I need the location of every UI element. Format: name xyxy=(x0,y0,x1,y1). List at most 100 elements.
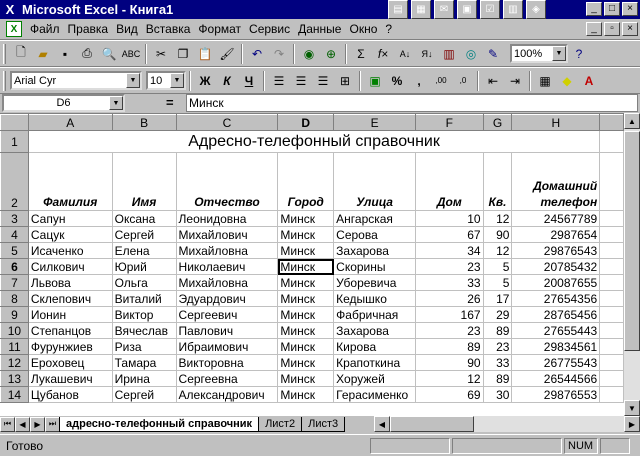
next-sheet-icon[interactable]: ▶ xyxy=(30,416,45,432)
selected-cell[interactable]: Минск xyxy=(277,258,335,275)
cell[interactable]: 24567789 xyxy=(511,210,601,227)
row-header[interactable]: 11 xyxy=(0,338,29,355)
print-icon[interactable]: ⎙ xyxy=(76,43,98,65)
last-sheet-icon[interactable]: ⏭ xyxy=(45,416,60,432)
cell[interactable] xyxy=(599,290,624,307)
cell[interactable]: Оксана xyxy=(111,210,177,227)
cell[interactable]: 33 xyxy=(482,354,513,371)
underline-button[interactable]: Ч xyxy=(238,70,260,92)
cell[interactable]: Михайлович xyxy=(175,226,279,243)
merge-center-icon[interactable]: ⊞ xyxy=(334,70,356,92)
cell[interactable]: Минск xyxy=(277,274,335,291)
cell[interactable]: Силкович xyxy=(27,258,113,275)
cell[interactable] xyxy=(599,274,624,291)
app-shortcut-icon[interactable]: ▤ xyxy=(388,0,408,19)
scroll-right-icon[interactable]: ▶ xyxy=(624,416,640,432)
row-header[interactable]: 14 xyxy=(0,386,29,403)
sort-ascending-icon[interactable]: A↓ xyxy=(394,43,416,65)
vertical-scroll-thumb[interactable] xyxy=(624,131,640,351)
sort-descending-icon[interactable]: Я↓ xyxy=(416,43,438,65)
column-header[interactable]: A xyxy=(27,114,113,131)
cell[interactable] xyxy=(599,354,624,371)
chevron-down-icon[interactable]: ▼ xyxy=(126,73,140,88)
cell[interactable]: Александрович xyxy=(175,386,279,403)
cell[interactable] xyxy=(599,130,624,153)
cell[interactable]: Захарова xyxy=(333,242,417,259)
row-header[interactable]: 10 xyxy=(0,322,29,339)
cell[interactable]: Ольга xyxy=(111,274,177,291)
cell[interactable]: Минск xyxy=(277,290,335,307)
horizontal-scroll-thumb[interactable] xyxy=(390,416,474,432)
hyperlink-icon[interactable]: ◉ xyxy=(298,43,320,65)
cell[interactable]: Ибраимович xyxy=(175,338,279,355)
cell[interactable]: 30 xyxy=(482,386,513,403)
borders-icon[interactable]: ▦ xyxy=(534,70,556,92)
menu-window[interactable]: Окно xyxy=(345,22,381,36)
tab-sheet2[interactable]: Лист2 xyxy=(258,416,303,432)
equals-sign[interactable]: = xyxy=(166,95,174,110)
header-cell[interactable]: Имя xyxy=(111,152,177,211)
cell[interactable]: Михайловна xyxy=(175,242,279,259)
column-header[interactable] xyxy=(599,114,624,131)
decrease-indent-icon[interactable]: ⇤ xyxy=(482,70,504,92)
italic-button[interactable]: К xyxy=(216,70,238,92)
cell[interactable]: Ионин xyxy=(27,306,113,323)
cell[interactable]: 27655443 xyxy=(511,322,601,339)
cell[interactable]: Сергеевна xyxy=(175,370,279,387)
undo-icon[interactable]: ↶ xyxy=(246,43,268,65)
office-assistant-icon[interactable]: ? xyxy=(568,43,590,65)
row-header[interactable]: 12 xyxy=(0,354,29,371)
cell[interactable]: Лукашевич xyxy=(27,370,113,387)
cell[interactable] xyxy=(599,322,624,339)
cell[interactable]: 89 xyxy=(482,322,513,339)
scroll-left-icon[interactable]: ◀ xyxy=(374,416,390,432)
cell[interactable]: Минск xyxy=(277,322,335,339)
cell[interactable]: 20087655 xyxy=(511,274,601,291)
row-header[interactable]: 13 xyxy=(0,370,29,387)
doc-restore-button[interactable]: ▫ xyxy=(604,22,620,36)
cell[interactable]: 29876543 xyxy=(511,242,601,259)
name-box[interactable]: D6 ▼ xyxy=(2,94,125,112)
toolbar-grip[interactable] xyxy=(3,70,6,91)
cell[interactable] xyxy=(599,226,624,243)
cell[interactable]: 27654356 xyxy=(511,290,601,307)
cell[interactable]: Серова xyxy=(333,226,417,243)
cell[interactable] xyxy=(599,338,624,355)
cell[interactable]: Захарова xyxy=(333,322,417,339)
cell[interactable]: 90 xyxy=(415,354,484,371)
cell[interactable] xyxy=(599,242,624,259)
toolbar-grip[interactable] xyxy=(3,43,6,64)
cell[interactable]: Минск xyxy=(277,210,335,227)
cell[interactable]: Тамара xyxy=(111,354,177,371)
column-header[interactable]: F xyxy=(415,114,484,131)
currency-icon[interactable]: ▣ xyxy=(364,70,386,92)
app-shortcut-icon[interactable]: ✉ xyxy=(434,0,454,19)
cell[interactable]: 5 xyxy=(482,274,513,291)
cell[interactable]: Виктор xyxy=(111,306,177,323)
font-name-select[interactable]: Arial Cyr ▼ xyxy=(10,71,142,90)
header-cell[interactable]: Фамилия xyxy=(27,152,113,211)
cell[interactable]: Сергеевич xyxy=(175,306,279,323)
redo-icon[interactable]: ↷ xyxy=(268,43,290,65)
cell[interactable]: Виталий xyxy=(111,290,177,307)
menu-help[interactable]: ? xyxy=(381,22,396,36)
cell[interactable]: 23 xyxy=(415,322,484,339)
map-icon[interactable]: ◎ xyxy=(460,43,482,65)
align-left-icon[interactable]: ☰ xyxy=(268,70,290,92)
copy-icon[interactable]: ❐ xyxy=(172,43,194,65)
close-button[interactable]: × xyxy=(622,2,638,16)
function-icon[interactable]: f× xyxy=(372,43,394,65)
column-header[interactable]: H xyxy=(511,114,601,131)
cell[interactable]: Вячеслав xyxy=(111,322,177,339)
sheet-title-cell[interactable]: Адресно-телефонный справочник xyxy=(27,130,601,153)
increase-indent-icon[interactable]: ⇥ xyxy=(504,70,526,92)
cell[interactable]: 12 xyxy=(482,242,513,259)
cell[interactable]: Крапоткина xyxy=(333,354,417,371)
row-header[interactable]: 7 xyxy=(0,274,29,291)
row-header[interactable]: 1 xyxy=(0,130,29,153)
header-cell[interactable]: Кв. xyxy=(482,152,513,211)
bold-button[interactable]: Ж xyxy=(194,70,216,92)
increase-decimal-icon[interactable]: ,00 xyxy=(430,70,452,92)
formula-input[interactable]: Минск xyxy=(186,94,638,112)
cell[interactable]: 29876553 xyxy=(511,386,601,403)
